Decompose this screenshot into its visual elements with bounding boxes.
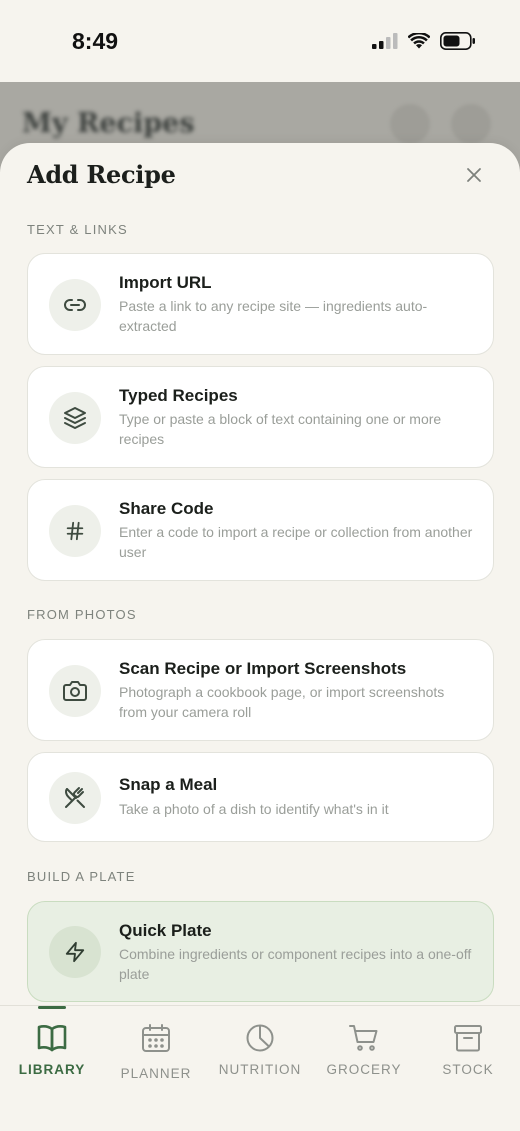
lightning-icon [49,926,101,978]
book-icon [36,1022,68,1054]
add-recipe-sheet: Add Recipe TEXT & LINKS Import URL Paste… [0,143,520,1013]
background-settings-button [451,104,491,144]
tab-label: LIBRARY [18,1062,86,1077]
option-description: Take a photo of a dish to identify what'… [119,801,389,817]
tab-stock[interactable]: STOCK [416,1006,520,1086]
tab-nutrition[interactable]: NUTRITION [208,1006,312,1086]
tab-grocery[interactable]: GROCERY [312,1006,416,1086]
option-description: Combine ingredients or component recipes… [119,946,472,982]
tab-label: GROCERY [326,1062,402,1077]
option-title: Scan Recipe or Import Screenshots [119,659,407,678]
background-grid-button [390,104,430,144]
status-bar: 8:49 [0,0,520,82]
import-url-option[interactable]: Import URL Paste a link to any recipe si… [27,253,494,355]
section-label-build-a-plate: BUILD A PLATE [27,869,136,884]
section-label-text-links: TEXT & LINKS [27,222,128,237]
background-page-title: My Recipes [22,108,195,139]
sheet-title: Add Recipe [27,160,176,189]
typed-recipes-option[interactable]: Typed Recipes Type or paste a block of t… [27,366,494,468]
option-title: Import URL [119,273,212,292]
utensils-crossed-icon [49,772,101,824]
snap-a-meal-option[interactable]: Snap a Meal Take a photo of a dish to id… [27,752,494,842]
status-time: 8:49 [72,28,119,54]
option-title: Quick Plate [119,921,212,940]
option-title: Snap a Meal [119,775,218,794]
hash-icon [49,505,101,557]
active-tab-indicator [38,1006,66,1009]
tab-library[interactable]: LIBRARY [0,1006,104,1086]
battery-icon [440,32,475,50]
scan-recipe-option[interactable]: Scan Recipe or Import Screenshots Photog… [27,639,494,741]
camera-icon [49,665,101,717]
option-description: Type or paste a block of text containing… [119,411,442,447]
share-code-option[interactable]: Share Code Enter a code to import a reci… [27,479,494,581]
option-description: Enter a code to import a recipe or colle… [119,524,473,560]
close-icon [467,168,481,182]
pie-chart-icon [245,1022,275,1054]
calendar-icon [141,1022,171,1054]
archive-icon [453,1022,483,1054]
close-button[interactable] [464,165,484,185]
option-description: Paste a link to any recipe site — ingred… [119,298,428,334]
tab-label: NUTRITION [218,1062,302,1077]
section-label-from-photos: FROM PHOTOS [27,607,137,622]
tab-label: STOCK [442,1062,494,1077]
wifi-icon [408,33,430,49]
tab-label: PLANNER [120,1066,192,1081]
status-icons [372,32,476,50]
option-title: Share Code [119,499,214,518]
tab-planner[interactable]: PLANNER [104,1006,208,1086]
tab-bar: LIBRARY PLANNER NUTRITION GROCERY STOCK [0,1005,520,1131]
signal-icon [372,33,398,49]
cart-icon [348,1022,380,1054]
link-icon [49,279,101,331]
option-title: Typed Recipes [119,386,238,405]
layers-icon [49,392,101,444]
quick-plate-option[interactable]: Quick Plate Combine ingredients or compo… [27,901,494,1002]
option-description: Photograph a cookbook page, or import sc… [119,684,445,720]
